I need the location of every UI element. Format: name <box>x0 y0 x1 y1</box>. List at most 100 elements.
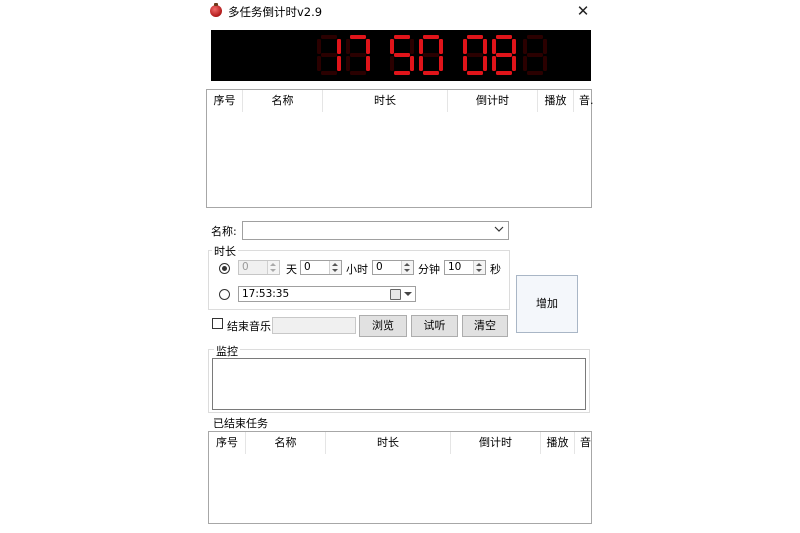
led-segment <box>419 39 423 54</box>
finished-col-duration[interactable]: 时长 <box>326 432 451 454</box>
led-segment <box>527 35 543 39</box>
led-digit <box>419 35 443 75</box>
led-segment <box>439 56 443 71</box>
finished-col-play[interactable]: 播放 <box>541 432 575 454</box>
finished-tasks-label: 已结束任务 <box>213 417 268 430</box>
hours-value: 0 <box>304 261 311 273</box>
led-segment <box>410 56 414 71</box>
days-unit: 天 <box>286 263 297 276</box>
led-segment <box>317 56 321 71</box>
led-segment <box>410 39 414 54</box>
col-name[interactable]: 名称 <box>243 90 323 112</box>
monitor-label: 监控 <box>214 343 240 359</box>
days-value: 0 <box>242 261 249 273</box>
seconds-unit: 秒 <box>490 263 501 276</box>
days-spinbox[interactable]: 0 <box>238 260 280 275</box>
led-segment <box>492 39 496 54</box>
led-segment <box>492 56 496 71</box>
seconds-value: 10 <box>448 261 462 273</box>
hours-spin-buttons[interactable] <box>329 261 341 274</box>
finished-table[interactable]: 序号 名称 时长 倒计时 播放 音 <box>208 431 592 524</box>
clock-time-picker[interactable]: 17:53:35 <box>238 286 416 302</box>
finished-table-header: 序号 名称 时长 倒计时 播放 音 <box>209 432 594 454</box>
task-table-header: 序号 名称 时长 倒计时 播放 音. <box>207 90 593 112</box>
led-segment <box>321 71 337 75</box>
led-segment <box>496 71 512 75</box>
minutes-value: 0 <box>376 261 383 273</box>
led-segment <box>527 71 543 75</box>
led-indicator <box>523 35 547 75</box>
app-tomato-icon <box>210 3 222 17</box>
end-music-label[interactable]: 结束音乐 <box>227 318 271 334</box>
minutes-unit: 分钟 <box>418 263 440 276</box>
led-segment <box>346 56 350 71</box>
led-segment <box>483 39 487 54</box>
led-segment <box>419 56 423 71</box>
led-segment <box>483 56 487 71</box>
days-spin-buttons[interactable] <box>267 261 279 274</box>
minutes-spinbox[interactable]: 0 <box>372 260 414 275</box>
led-segment <box>512 56 516 71</box>
add-button[interactable]: 增加 <box>516 275 578 333</box>
led-segment <box>496 53 512 57</box>
finished-col-countdown[interactable]: 倒计时 <box>451 432 541 454</box>
dropdown-arrow-icon <box>404 292 412 296</box>
led-segment <box>423 53 439 57</box>
col-index[interactable]: 序号 <box>207 90 243 112</box>
led-segment <box>337 39 341 54</box>
led-digit <box>346 35 370 75</box>
close-button[interactable]: ✕ <box>572 0 594 22</box>
col-sound[interactable]: 音. <box>574 90 593 112</box>
browse-button[interactable]: 浏览 <box>359 315 407 337</box>
close-icon: ✕ <box>576 1 590 20</box>
minutes-spin-buttons[interactable] <box>401 261 413 274</box>
led-segment <box>467 35 483 39</box>
led-segment <box>321 53 337 57</box>
finished-col-sound[interactable]: 音 <box>575 432 594 454</box>
clock-time-value: 17:53:35 <box>242 288 290 300</box>
led-segment <box>394 71 410 75</box>
led-segment <box>523 39 527 54</box>
hours-unit: 小时 <box>346 263 368 276</box>
col-play[interactable]: 播放 <box>538 90 574 112</box>
led-segment <box>350 53 366 57</box>
led-digits <box>317 35 547 75</box>
led-segment <box>439 39 443 54</box>
led-segment <box>390 39 394 54</box>
clear-button[interactable]: 清空 <box>462 315 508 337</box>
led-segment <box>527 53 543 57</box>
music-path-field <box>272 317 356 334</box>
led-segment <box>496 35 512 39</box>
window-title: 多任务倒计时v2.9 <box>228 5 323 19</box>
led-digit <box>463 35 487 75</box>
led-digit <box>390 35 414 75</box>
led-segment <box>523 56 527 71</box>
finished-col-name[interactable]: 名称 <box>246 432 326 454</box>
duration-mode-radio[interactable] <box>219 263 230 274</box>
led-segment <box>467 71 483 75</box>
led-segment <box>317 39 321 54</box>
clock-mode-radio[interactable] <box>219 289 230 300</box>
led-segment <box>366 39 370 54</box>
led-segment <box>543 56 547 71</box>
listen-button[interactable]: 试听 <box>411 315 458 337</box>
monitor-textbox[interactable] <box>212 358 586 410</box>
seconds-spinbox[interactable]: 10 <box>444 260 486 275</box>
led-segment <box>350 35 366 39</box>
seconds-spin-buttons[interactable] <box>473 261 485 274</box>
led-segment <box>346 39 350 54</box>
led-clock-display <box>211 30 591 81</box>
led-segment <box>394 53 410 57</box>
finished-col-index[interactable]: 序号 <box>209 432 246 454</box>
name-combobox[interactable] <box>242 221 509 240</box>
col-countdown[interactable]: 倒计时 <box>448 90 538 112</box>
end-music-checkbox[interactable] <box>212 318 223 329</box>
led-segment <box>423 35 439 39</box>
col-duration[interactable]: 时长 <box>323 90 448 112</box>
led-segment <box>321 35 337 39</box>
task-table[interactable]: 序号 名称 时长 倒计时 播放 音. <box>206 89 593 208</box>
calendar-icon <box>390 289 401 300</box>
hours-spinbox[interactable]: 0 <box>300 260 342 275</box>
led-segment <box>394 35 410 39</box>
led-segment <box>390 56 394 71</box>
